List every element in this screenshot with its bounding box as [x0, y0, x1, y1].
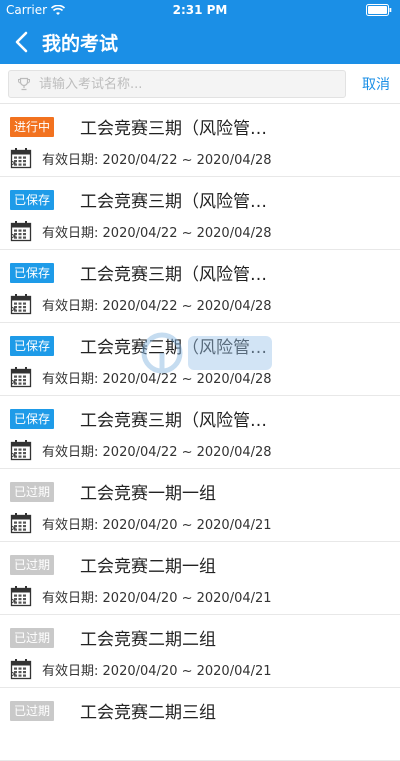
exam-list-item[interactable]: 已过期 工会竞赛二期三组 — [0, 688, 400, 761]
exam-list-item[interactable]: 进行中 工会竞赛三期（风险管… 有效日期: 2020/04/22 ~ 2020/… — [0, 104, 400, 177]
calendar-icon — [10, 585, 32, 607]
status-badge: 已过期 — [10, 482, 55, 502]
status-badge: 已过期 — [10, 628, 55, 648]
calendar-icon — [10, 366, 32, 388]
search-bar: 取消 — [0, 64, 400, 104]
calendar-icon — [10, 147, 32, 169]
exam-valid-date: 有效日期: 2020/04/22 ~ 2020/04/28 — [42, 222, 272, 241]
calendar-icon — [10, 658, 32, 680]
date-range: 2020/04/22 ~ 2020/04/28 — [102, 153, 272, 168]
calendar-icon — [10, 220, 32, 242]
exam-title: 工会竞赛二期二组 — [80, 630, 216, 650]
exam-list-item[interactable]: 已保存 工会竞赛三期（风险管… 有效日期: 2020/04/22 ~ 2020/… — [0, 396, 400, 469]
exam-list-item[interactable]: 已过期 工会竞赛二期一组 有效日期: 2020/04/20 ~ 2020/04/… — [0, 542, 400, 615]
exam-list-item[interactable]: 已过期 工会竞赛二期二组 有效日期: 2020/04/20 ~ 2020/04/… — [0, 615, 400, 688]
date-label: 有效日期: — [42, 591, 99, 606]
exam-valid-date: 有效日期: 2020/04/22 ~ 2020/04/28 — [42, 441, 272, 460]
exam-title: 工会竞赛三期（风险管… — [80, 265, 267, 285]
status-badge: 已过期 — [10, 555, 55, 575]
date-label: 有效日期: — [42, 445, 99, 460]
date-label: 有效日期: — [42, 299, 99, 314]
status-badge: 已过期 — [10, 701, 55, 721]
exam-valid-date: 有效日期: 2020/04/20 ~ 2020/04/21 — [42, 660, 272, 679]
date-range: 2020/04/20 ~ 2020/04/21 — [102, 591, 272, 606]
exam-list-item[interactable]: 已过期 工会竞赛一期一组 有效日期: 2020/04/20 ~ 2020/04/… — [0, 469, 400, 542]
exam-title: 工会竞赛三期（风险管… — [80, 338, 267, 358]
calendar-icon — [10, 293, 32, 315]
status-badge: 已保存 — [10, 409, 55, 429]
date-label: 有效日期: — [42, 153, 99, 168]
date-range: 2020/04/22 ~ 2020/04/28 — [102, 372, 272, 387]
status-bar: Carrier 2:31 PM — [0, 0, 400, 20]
status-time: 2:31 PM — [172, 3, 228, 17]
back-button[interactable] — [10, 29, 36, 55]
exam-valid-date: 有效日期: 2020/04/20 ~ 2020/04/21 — [42, 587, 272, 606]
calendar-icon — [10, 512, 32, 534]
exam-title: 工会竞赛三期（风险管… — [80, 192, 267, 212]
chevron-left-icon — [15, 31, 28, 53]
date-range: 2020/04/22 ~ 2020/04/28 — [102, 445, 272, 460]
exam-list-item[interactable]: 已保存 工会竞赛三期（风险管… 有效日期: 2020/04/22 ~ 2020/… — [0, 250, 400, 323]
exam-title: 工会竞赛二期三组 — [80, 703, 216, 723]
trophy-icon — [18, 77, 30, 91]
search-input[interactable] — [39, 71, 339, 97]
status-badge: 已保存 — [10, 190, 55, 210]
date-range: 2020/04/20 ~ 2020/04/21 — [102, 518, 272, 533]
search-box[interactable] — [8, 70, 346, 98]
exam-valid-date: 有效日期: 2020/04/20 ~ 2020/04/21 — [42, 514, 272, 533]
exam-title: 工会竞赛一期一组 — [80, 484, 216, 504]
date-label: 有效日期: — [42, 226, 99, 241]
nav-bar: 我的考试 — [0, 20, 400, 64]
exam-valid-date: 有效日期: 2020/04/22 ~ 2020/04/28 — [42, 149, 272, 168]
exam-list: 进行中 工会竞赛三期（风险管… 有效日期: 2020/04/22 ~ 2020/… — [0, 104, 400, 761]
date-label: 有效日期: — [42, 518, 99, 533]
calendar-icon — [10, 439, 32, 461]
exam-title: 工会竞赛三期（风险管… — [80, 411, 267, 431]
date-range: 2020/04/22 ~ 2020/04/28 — [102, 226, 272, 241]
status-badge: 已保存 — [10, 263, 55, 283]
exam-valid-date: 有效日期: 2020/04/22 ~ 2020/04/28 — [42, 368, 272, 387]
date-range: 2020/04/20 ~ 2020/04/21 — [102, 664, 272, 679]
exam-list-item[interactable]: 已保存 工会竞赛三期（风险管… 有效日期: 2020/04/22 ~ 2020/… — [0, 177, 400, 250]
exam-title: 工会竞赛三期（风险管… — [80, 119, 267, 139]
status-badge: 已保存 — [10, 336, 55, 356]
exam-title: 工会竞赛二期一组 — [80, 557, 216, 577]
exam-list-item[interactable]: 已保存 工会竞赛三期（风险管… 有效日期: 2020/04/22 ~ 2020/… — [0, 323, 400, 396]
status-badge: 进行中 — [10, 117, 55, 137]
date-label: 有效日期: — [42, 372, 99, 387]
cancel-button[interactable]: 取消 — [362, 74, 390, 94]
exam-valid-date: 有效日期: 2020/04/22 ~ 2020/04/28 — [42, 295, 272, 314]
date-range: 2020/04/22 ~ 2020/04/28 — [102, 299, 272, 314]
battery-icon — [366, 4, 392, 16]
date-label: 有效日期: — [42, 664, 99, 679]
page-title: 我的考试 — [42, 33, 119, 55]
